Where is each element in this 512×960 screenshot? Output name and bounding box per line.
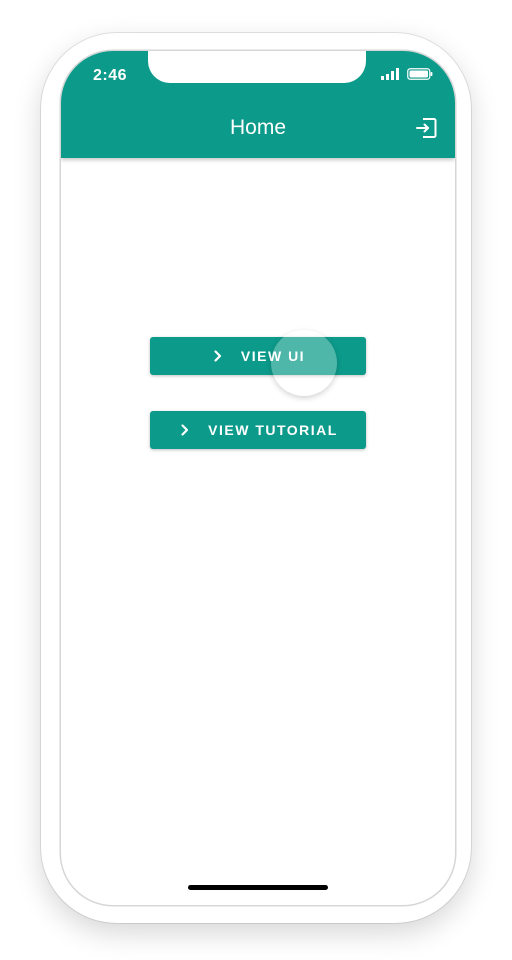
page: 2:46 Home VIEW UI VIEW TUTORIAL bbox=[0, 0, 512, 960]
view-tutorial-button[interactable]: VIEW TUTORIAL bbox=[150, 411, 366, 449]
app-header: 2:46 Home bbox=[61, 51, 455, 158]
home-indicator[interactable] bbox=[188, 885, 328, 890]
chevron-right-icon bbox=[181, 424, 189, 436]
battery-icon bbox=[407, 68, 433, 80]
logout-icon bbox=[416, 118, 437, 138]
chevron-right-icon bbox=[214, 350, 222, 362]
page-title: Home bbox=[229, 116, 287, 139]
status-icons bbox=[381, 68, 433, 80]
phone-screen: 2:46 Home VIEW UI VIEW TUTORIAL bbox=[61, 51, 455, 905]
view-tutorial-label: VIEW TUTORIAL bbox=[208, 422, 338, 438]
signal-icon bbox=[381, 68, 399, 80]
notch bbox=[148, 51, 366, 83]
logout-button[interactable] bbox=[415, 117, 437, 139]
view-ui-button[interactable]: VIEW UI bbox=[150, 337, 366, 375]
view-ui-label: VIEW UI bbox=[240, 348, 306, 364]
status-time: 2:46 bbox=[93, 67, 128, 84]
